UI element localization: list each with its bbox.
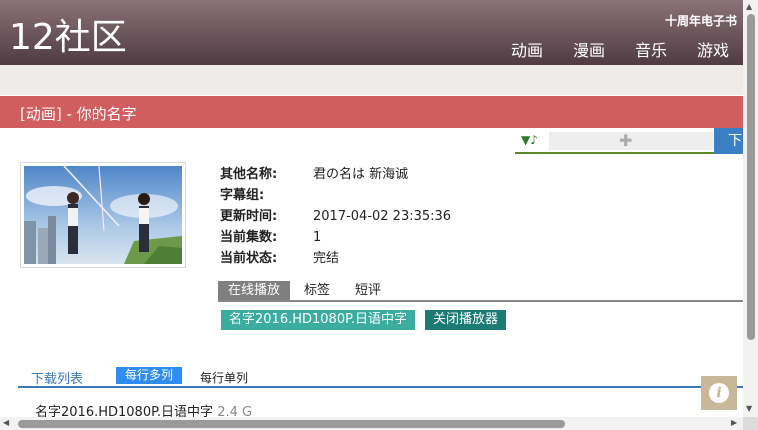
- vertical-scrollbar[interactable]: ▲ ▼: [743, 0, 758, 417]
- poster-illustration: [24, 166, 182, 264]
- sub-bar: [0, 65, 743, 95]
- page-title: [动画] - 你的名字: [20, 105, 137, 123]
- music-note-icon[interactable]: ▼♪: [521, 133, 538, 147]
- tab-online-play[interactable]: 在线播放: [218, 281, 290, 300]
- info-icon: i: [709, 383, 729, 403]
- tab-comments[interactable]: 短评: [355, 281, 381, 300]
- nav-item-anime[interactable]: 动画: [511, 37, 543, 61]
- detail-row-alt-name: 其他名称: 君の名は 新海诚: [220, 164, 451, 185]
- detail-tabs: 在线播放 标签 短评: [218, 281, 743, 302]
- close-player-button[interactable]: 关闭播放器: [425, 310, 507, 330]
- vertical-scroll-thumb[interactable]: [747, 14, 755, 340]
- detail-value: 完结: [313, 251, 340, 266]
- detail-row-updated: 更新时间: 2017-04-02 23:35:36: [220, 206, 451, 227]
- site-logo[interactable]: 12社区: [9, 14, 127, 62]
- play-episode-button[interactable]: 名字2016.HD1080P.日语中字: [221, 310, 416, 330]
- anime-details: 其他名称: 君の名は 新海诚 字幕组: 更新时间: 2017-04-02 23:…: [220, 164, 451, 269]
- detail-label: 更新时间:: [220, 209, 278, 224]
- horizontal-scrollbar[interactable]: ◀ ▶: [0, 417, 743, 430]
- detail-row-fansub: 字幕组:: [220, 185, 451, 206]
- detail-row-episodes: 当前集数: 1: [220, 227, 451, 248]
- plugin-slot[interactable]: ✚: [549, 131, 713, 150]
- scroll-left-icon[interactable]: ◀: [3, 418, 9, 427]
- info-button[interactable]: i: [701, 376, 737, 410]
- download-button[interactable]: 下: [714, 128, 743, 154]
- detail-value: 君の名は 新海诚: [313, 167, 409, 182]
- scroll-right-icon[interactable]: ▶: [731, 418, 737, 427]
- plugin-bar: ▼♪ ✚: [515, 130, 715, 154]
- multi-column-button[interactable]: 每行多列: [116, 367, 183, 384]
- scrollbar-corner: [743, 417, 758, 430]
- detail-label: 当前集数:: [220, 230, 278, 245]
- tagline-link[interactable]: 十周年电子书: [665, 12, 737, 29]
- detail-row-status: 当前状态: 完结: [220, 248, 451, 269]
- nav-item-games[interactable]: 游戏: [697, 37, 729, 61]
- puzzle-icon: ✚: [619, 131, 633, 150]
- detail-label: 字幕组:: [220, 188, 265, 203]
- nav-item-comics[interactable]: 漫画: [573, 37, 605, 61]
- single-column-button[interactable]: 每行单列: [200, 369, 248, 386]
- tab-tags[interactable]: 标签: [304, 281, 330, 300]
- nav-item-music[interactable]: 音乐: [635, 37, 667, 61]
- download-divider: [18, 386, 743, 388]
- detail-label: 当前状态:: [220, 251, 278, 266]
- detail-value: 1: [313, 230, 322, 245]
- download-list-title[interactable]: 下载列表: [31, 368, 83, 387]
- poster-image: [20, 162, 186, 268]
- main-nav: 动画 漫画 音乐 游戏: [495, 37, 743, 61]
- horizontal-scroll-thumb[interactable]: [18, 420, 565, 428]
- site-header: 12社区 十周年电子书 动画 漫画 音乐 游戏: [0, 0, 743, 65]
- detail-label: 其他名称:: [220, 167, 278, 182]
- detail-value: 2017-04-02 23:35:36: [313, 209, 452, 224]
- scroll-down-icon[interactable]: ▼: [746, 404, 752, 413]
- title-bar: [动画] - 你的名字: [0, 96, 743, 128]
- scroll-up-icon[interactable]: ▲: [746, 2, 752, 11]
